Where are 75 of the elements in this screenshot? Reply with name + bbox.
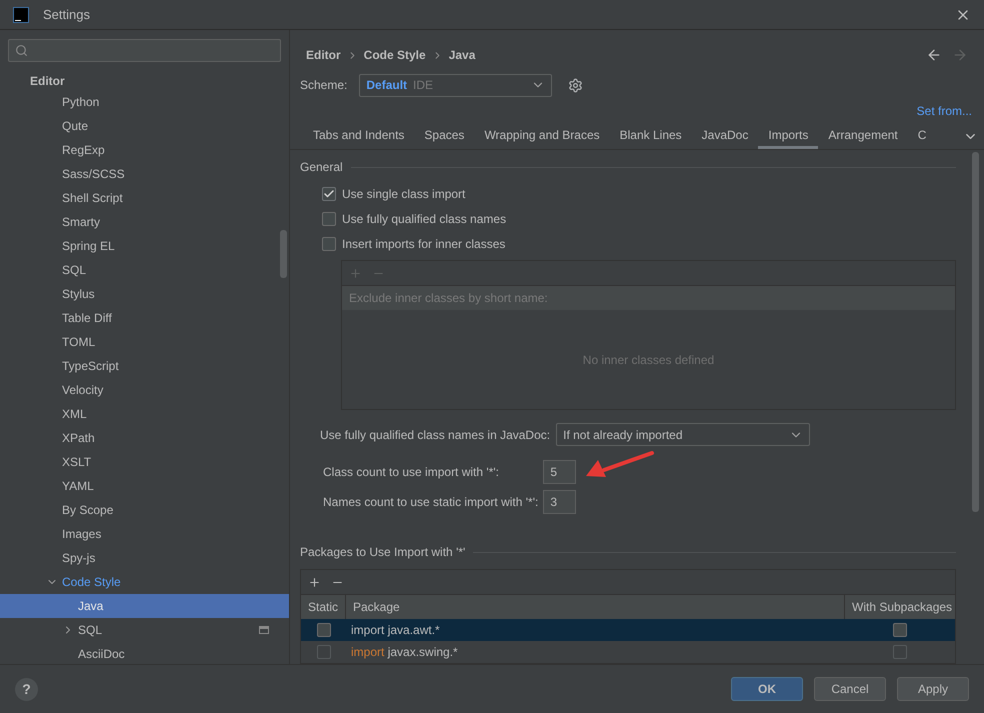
- scrollbar[interactable]: [972, 152, 979, 512]
- javadoc-dropdown[interactable]: If not already imported: [556, 423, 810, 446]
- ok-button[interactable]: OK: [731, 677, 803, 701]
- scheme-dropdown[interactable]: Default IDE: [359, 74, 552, 96]
- tab[interactable]: Tabs and Indents: [303, 123, 414, 149]
- tab[interactable]: C: [908, 123, 936, 149]
- tab[interactable]: Imports: [758, 123, 818, 149]
- app-logo-icon: [13, 6, 29, 22]
- tree-item[interactable]: By Scope: [0, 498, 289, 522]
- section-title: General: [300, 159, 343, 176]
- tree-item[interactable]: YAML: [0, 474, 289, 498]
- checkbox-label[interactable]: Insert imports for inner classes: [342, 235, 506, 253]
- tree-item[interactable]: Smarty: [0, 210, 289, 234]
- tree-item[interactable]: XML: [0, 402, 289, 426]
- dialog-button[interactable]: Apply: [897, 677, 969, 701]
- tree-item[interactable]: Images: [0, 522, 289, 546]
- section-title: Packages to Use Import with '*': [300, 544, 466, 561]
- checkbox[interactable]: [316, 645, 330, 659]
- scrollbar[interactable]: [280, 230, 287, 278]
- tree-item[interactable]: Stylus: [0, 282, 289, 306]
- number-field[interactable]: 5: [543, 460, 576, 484]
- tree-item[interactable]: Sass/SCSS: [0, 162, 289, 186]
- tree-item[interactable]: RegExp: [0, 138, 289, 162]
- tree-item[interactable]: Shell Script: [0, 186, 289, 210]
- tree-item[interactable]: Qute: [0, 114, 289, 138]
- field-label: Names count to use static import with '*':: [323, 494, 538, 511]
- window-title: Settings: [43, 6, 90, 24]
- checkbox-label[interactable]: Use single class import: [342, 185, 466, 203]
- tree-item[interactable]: Velocity: [0, 378, 289, 402]
- checkbox-label[interactable]: Use fully qualified class names: [342, 210, 506, 228]
- annotation-arrow: [584, 450, 656, 478]
- column-header[interactable]: With Subpackages: [845, 595, 955, 619]
- tree-item[interactable]: Code Style: [0, 570, 289, 594]
- breadcrumb-item[interactable]: Code Style: [364, 46, 426, 64]
- checkbox[interactable]: [322, 237, 336, 251]
- tree-item[interactable]: XPath: [0, 426, 289, 450]
- number-field[interactable]: 3: [543, 490, 576, 514]
- tree-section-header[interactable]: Editor: [0, 72, 289, 90]
- settings-icon[interactable]: [568, 78, 584, 92]
- checkbox[interactable]: [893, 645, 907, 659]
- tree-item[interactable]: AsciiDoc: [0, 642, 289, 664]
- tree-item[interactable]: TypeScript: [0, 354, 289, 378]
- tree-item[interactable]: SQL: [0, 258, 289, 282]
- table-cell-text: import javax.swing.*: [350, 644, 459, 661]
- tree-item[interactable]: TOML: [0, 330, 289, 354]
- scheme-label: Scheme:: [300, 77, 348, 94]
- breadcrumb-item[interactable]: Editor: [306, 46, 341, 64]
- tree-item[interactable]: XSLT: [0, 450, 289, 474]
- checkbox[interactable]: [893, 623, 907, 637]
- table-row[interactable]: import javax.swing.*: [301, 641, 955, 663]
- field-label: Class count to use import with '*':: [323, 464, 500, 481]
- tab[interactable]: Spaces: [414, 123, 474, 149]
- checkbox[interactable]: [316, 623, 330, 637]
- search-field[interactable]: [8, 39, 281, 62]
- table-row[interactable]: import java.awt.*: [301, 619, 955, 641]
- add-icon[interactable]: [308, 576, 321, 588]
- tree-item[interactable]: Python: [0, 90, 289, 114]
- breadcrumb-item[interactable]: Java: [448, 46, 476, 64]
- tab[interactable]: Blank Lines: [610, 123, 692, 149]
- tree-item[interactable]: Spy-js: [0, 546, 289, 570]
- field-label: Use fully qualified class names in JavaDoc:: [320, 426, 550, 444]
- tab[interactable]: Arrangement: [818, 123, 908, 149]
- checkbox[interactable]: [322, 212, 336, 226]
- tab[interactable]: Wrapping and Braces: [474, 123, 610, 149]
- tree-item[interactable]: Table Diff: [0, 306, 289, 330]
- search-icon: [15, 44, 28, 57]
- table-cell-text: import java.awt.*: [350, 622, 441, 639]
- tree-item[interactable]: Spring EL: [0, 234, 289, 258]
- help-button[interactable]: ?: [15, 678, 38, 700]
- tree-item[interactable]: SQL: [0, 618, 289, 642]
- tab[interactable]: JavaDoc: [692, 123, 758, 149]
- dialog-button[interactable]: Cancel: [814, 677, 886, 701]
- set-from-link[interactable]: Set from...: [916, 102, 972, 120]
- checkbox[interactable]: [322, 187, 336, 201]
- tree-item[interactable]: Java: [0, 594, 289, 618]
